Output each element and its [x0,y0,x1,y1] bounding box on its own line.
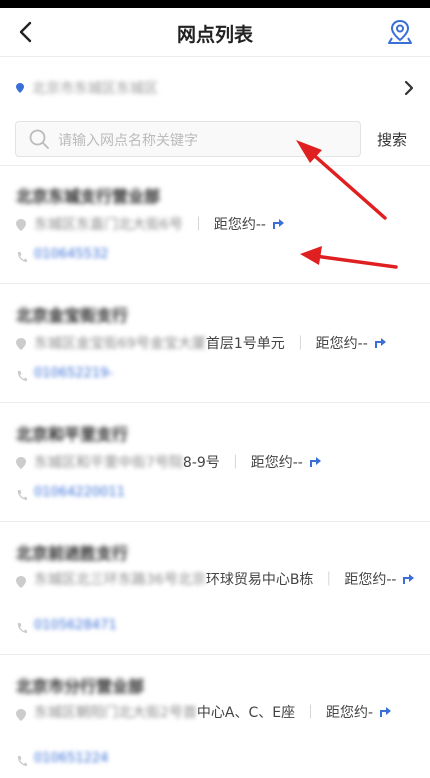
branch-phone[interactable]: 010651224 [34,751,108,766]
branch-distance: 距您约-- [250,455,303,471]
divider [0,56,430,57]
branch-address-line: 东城区北三环东路36号北京环球贸易中心B栋 ｜ 距您约-- [16,568,416,592]
branch-name: 北京东城支行营业部 [16,187,161,206]
branch-address-visible: 环球贸易中心B栋 [205,572,314,588]
branch-card[interactable]: 北京东城支行营业部 东城区东直门北大街6号 ｜ 距您约-- 010645532 [0,165,430,283]
phone-icon [17,623,27,633]
chevron-right-icon [404,80,414,96]
map-pin-icon[interactable] [386,18,414,46]
status-strip [0,0,430,8]
branch-distance: 距您约-- [213,217,266,233]
region-selector[interactable]: 北京市东城区东城区 [0,64,430,112]
branch-name: 北京金宝街支行 [16,306,129,325]
separator: ｜ [303,705,318,721]
search-input[interactable]: 请输入网点名称关键字 [15,121,361,157]
branch-address-visible: 首层1号单元 [205,336,285,352]
branch-distance: 距您约-- [315,336,368,352]
phone-icon [17,490,27,500]
branch-name: 北京和平里支行 [16,425,129,444]
branch-address: 东城区和平里中街7号院 [34,455,183,471]
navigate-icon[interactable] [271,216,285,230]
branch-phone[interactable]: 010652219- [34,366,113,381]
branch-distance: 距您约- [326,705,374,721]
search-button[interactable]: 搜索 [377,129,407,150]
search-placeholder: 请输入网点名称关键字 [58,133,198,149]
branch-phone[interactable]: 010645532 [34,247,108,262]
branch-address-visible: 中心A、C、E座 [196,705,296,721]
separator: ｜ [191,217,206,233]
branch-address-line: 东城区金宝街69号金宝大厦首层1号单元 ｜ 距您约-- [34,332,416,356]
phone-icon [17,371,27,381]
branch-card[interactable]: 北京市分行营业部 东城区朝阳门北大街2号首中心A、C、E座 ｜ 距您约- 010… [0,655,430,778]
branch-name: 北京前进胜支行 [16,544,129,563]
search-icon [29,129,49,149]
navigate-icon[interactable] [373,335,387,349]
separator: ｜ [321,572,336,588]
branch-card[interactable]: 北京金宝街支行 东城区金宝街69号金宝大厦首层1号单元 ｜ 距您约-- 0106… [0,284,430,402]
location-dot-icon [16,83,24,93]
location-icon [16,457,26,469]
branch-address: 东城区北三环东路36号北京 [34,572,206,588]
location-icon [16,338,26,350]
phone-icon [17,252,27,262]
region-text: 北京市东城区东城区 [32,81,158,97]
branch-card[interactable]: 北京和平里支行 东城区和平里中街7号院8-9号 ｜ 距您约-- 01064220… [0,403,430,521]
location-icon [16,219,26,231]
branch-address: 东城区朝阳门北大街2号首 [34,705,197,721]
branch-address-line: 东城区东直门北大街6号 ｜ 距您约-- [34,213,416,237]
branch-distance: 距您约-- [344,572,397,588]
header: 网点列表 [0,8,430,56]
branch-address-visible: 8-9号 [182,455,220,471]
branch-address: 东城区金宝街69号金宝大厦 [34,336,206,352]
branch-phone[interactable]: 01064220011 [34,485,125,500]
navigate-icon[interactable] [308,454,322,468]
separator: ｜ [228,455,243,471]
branch-address-line: 东城区和平里中街7号院8-9号 ｜ 距您约-- [34,451,416,475]
branch-address: 东城区东直门北大街6号 [34,217,183,233]
navigate-icon[interactable] [378,704,392,718]
branch-card[interactable]: 北京前进胜支行 东城区北三环东路36号北京环球贸易中心B栋 ｜ 距您约-- 01… [0,522,430,654]
separator: ｜ [293,336,308,352]
page-title: 网点列表 [176,24,253,46]
branch-address-line: 东城区朝阳门北大街2号首中心A、C、E座 ｜ 距您约- [16,701,416,725]
branch-name: 北京市分行营业部 [16,677,145,696]
branch-phone[interactable]: 0105628471 [34,618,117,633]
phone-icon [17,756,27,766]
navigate-icon[interactable] [401,571,415,585]
